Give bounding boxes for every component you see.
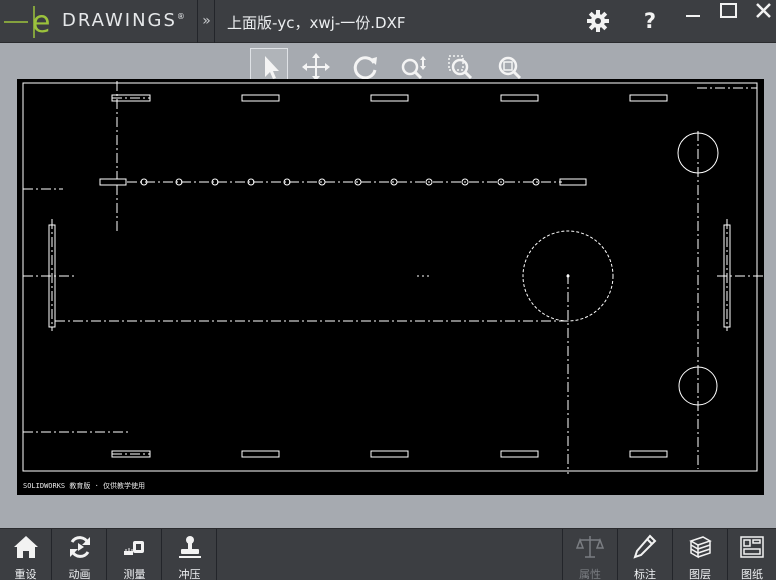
document-title: 上面版-yc，xwj-一份.DXF (227, 14, 406, 32)
layers-button[interactable]: 图层 (672, 529, 727, 580)
slot (241, 94, 280, 102)
brand-name: DRAWINGS® (62, 10, 185, 31)
measure-label: 测量 (123, 568, 146, 580)
maximize-button[interactable] (716, 0, 742, 22)
help-icon[interactable]: ? (635, 6, 665, 36)
reset-button[interactable]: 重设 (0, 529, 52, 580)
expand-chevron-button[interactable]: » (199, 0, 215, 43)
animate-button[interactable]: 动画 (53, 529, 107, 580)
edrawings-window: e DRAWINGS® » 上面版-yc，xwj-一份.DXF ? SOLIDW… (0, 0, 776, 580)
reset-label: 重设 (14, 568, 37, 580)
stamp-label: 冲压 (178, 568, 201, 580)
sheets-icon (740, 536, 764, 558)
stamp-icon (178, 536, 201, 558)
pencil-icon (633, 534, 657, 559)
slot (629, 94, 668, 102)
properties-label: 属性 (579, 568, 601, 580)
home-icon (13, 536, 38, 558)
edrawings-e-icon: e (4, 5, 50, 40)
close-button[interactable] (750, 0, 776, 22)
svg-text:e: e (32, 5, 50, 40)
properties-button[interactable]: 属性 (562, 529, 617, 580)
slot (99, 178, 127, 186)
scale-icon (575, 536, 605, 558)
drawing-border (22, 82, 758, 472)
bottom-toolbar: 重设 动画 测量 冲压 属性 标注 图层 图纸 (0, 528, 776, 580)
dxf-drawing (22, 81, 764, 474)
edrawings-logo: e DRAWINGS® (0, 0, 198, 43)
slot (500, 94, 539, 102)
sheets-label: 图纸 (741, 568, 763, 580)
stamp-button[interactable]: 冲压 (163, 529, 217, 580)
slot (241, 450, 280, 458)
slot (370, 94, 409, 102)
layers-icon (689, 536, 712, 559)
drawing-canvas[interactable]: SOLIDWORKS 教育版 · 仅供教学使用 (17, 79, 764, 495)
title-bar: e DRAWINGS® » 上面版-yc，xwj-一份.DXF ? (0, 0, 776, 43)
sheets-button[interactable]: 图纸 (727, 529, 776, 580)
drawing-footer-text: SOLIDWORKS 教育版 · 仅供教学使用 (23, 482, 146, 490)
slot (629, 450, 668, 458)
slot (370, 450, 409, 458)
gear-icon[interactable] (583, 6, 613, 36)
animate-icon (69, 536, 90, 558)
slot (559, 178, 587, 186)
minimize-button[interactable] (680, 0, 706, 22)
markup-label: 标注 (634, 568, 656, 580)
layers-label: 图层 (689, 568, 711, 580)
measure-button[interactable]: 测量 (108, 529, 162, 580)
slot (500, 450, 539, 458)
animate-label: 动画 (68, 568, 91, 580)
markup-button[interactable]: 标注 (617, 529, 672, 580)
measure-icon (123, 541, 144, 555)
